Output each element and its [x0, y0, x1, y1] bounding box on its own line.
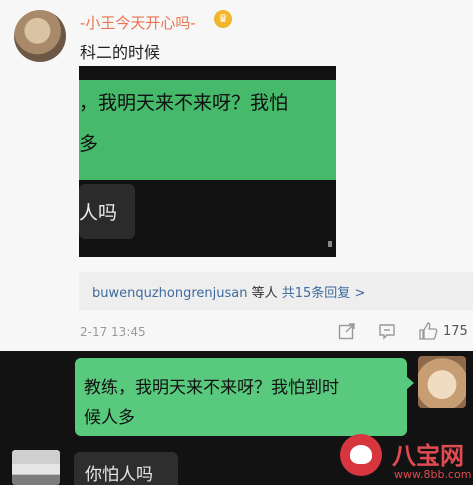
watermark-logo-icon [340, 434, 382, 476]
comment-text: 科二的时候 [80, 43, 161, 62]
timestamp: 2-17 13:45 [80, 325, 146, 339]
replies-text: buwenquzhongrenjusan 等人 共15条回复 > [92, 282, 365, 301]
share-icon[interactable] [338, 322, 356, 340]
outgoing-message-line1: 教练，我明天来不来呀？我怕到时 [84, 378, 339, 398]
watermark-name: 八宝网 [392, 442, 464, 470]
comment-icon[interactable] [378, 322, 396, 340]
like-icon[interactable] [418, 322, 438, 340]
image-text-line3: 人吗 [79, 202, 118, 224]
crown-icon: ♛ [214, 10, 232, 28]
reply-username[interactable]: buwenquzhongrenjusan [92, 286, 248, 301]
incoming-message-text: 你怕人吗 [85, 465, 153, 485]
comment-image[interactable]: ，我明天来不来呀？我怕 多 人吗 [79, 66, 336, 257]
image-corner-mark [328, 241, 332, 247]
image-text-line2: 多 [79, 133, 99, 155]
replies-count-link[interactable]: 共15条回复 > [282, 286, 366, 301]
user-avatar[interactable] [14, 10, 66, 62]
rabbit-avatar [418, 356, 466, 408]
car-avatar [12, 450, 60, 485]
replies-mid: 等人 [247, 286, 282, 301]
replies-summary[interactable]: buwenquzhongrenjusan 等人 共15条回复 > [79, 272, 473, 310]
watermark-url: www.8bb.com [394, 468, 472, 481]
username[interactable]: -小王今天开心吗- [80, 12, 196, 33]
image-text-line1: ，我明天来不来呀？我怕 [79, 92, 289, 114]
outgoing-message-line2: 候人多 [84, 408, 135, 428]
like-count: 175 [443, 324, 468, 339]
